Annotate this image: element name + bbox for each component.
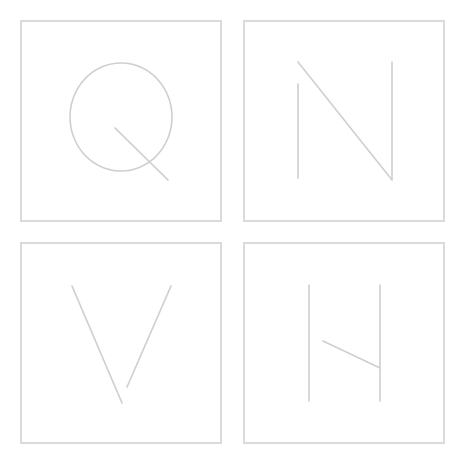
letter-h-crossbar	[322, 340, 381, 369]
letter-q-icon	[69, 62, 173, 181]
glyph-grid	[0, 0, 465, 465]
letter-q-tail	[114, 127, 169, 181]
letter-h-partial-icon	[308, 284, 381, 402]
tile-letter-n[interactable]	[243, 20, 445, 222]
tile-letter-v[interactable]	[20, 242, 222, 444]
tile-letter-q[interactable]	[20, 20, 222, 222]
letter-v-right-stroke	[126, 285, 172, 388]
letter-q-bowl	[69, 62, 173, 172]
letter-n-diagonal	[297, 61, 393, 181]
letter-n-icon	[297, 61, 393, 181]
letter-v-left-stroke	[71, 285, 123, 404]
letter-v-icon	[71, 285, 172, 404]
tile-letter-h-partial[interactable]	[243, 242, 445, 444]
